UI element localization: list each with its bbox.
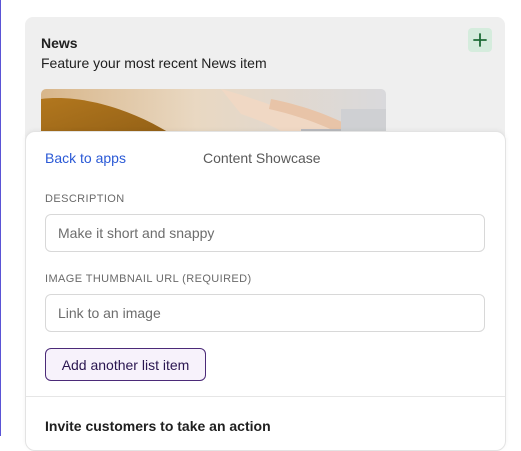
- image-url-input[interactable]: [45, 294, 485, 332]
- image-url-label: IMAGE THUMBNAIL URL (REQUIRED): [45, 273, 252, 285]
- plus-icon: [473, 33, 487, 47]
- description-input[interactable]: [45, 214, 485, 252]
- news-title: News: [41, 35, 78, 51]
- back-to-apps-link[interactable]: Back to apps: [45, 150, 126, 166]
- add-news-button[interactable]: [468, 28, 492, 52]
- description-label: DESCRIPTION: [45, 193, 125, 205]
- call-to-action-heading: Invite customers to take an action: [45, 418, 271, 434]
- section-divider: [26, 396, 505, 397]
- panel-title: Content Showcase: [203, 150, 321, 166]
- left-border-line: [0, 0, 1, 436]
- content-showcase-panel: Back to apps Content Showcase DESCRIPTIO…: [25, 131, 506, 451]
- news-subtitle: Feature your most recent News item: [41, 55, 267, 71]
- add-list-item-button[interactable]: Add another list item: [45, 348, 206, 381]
